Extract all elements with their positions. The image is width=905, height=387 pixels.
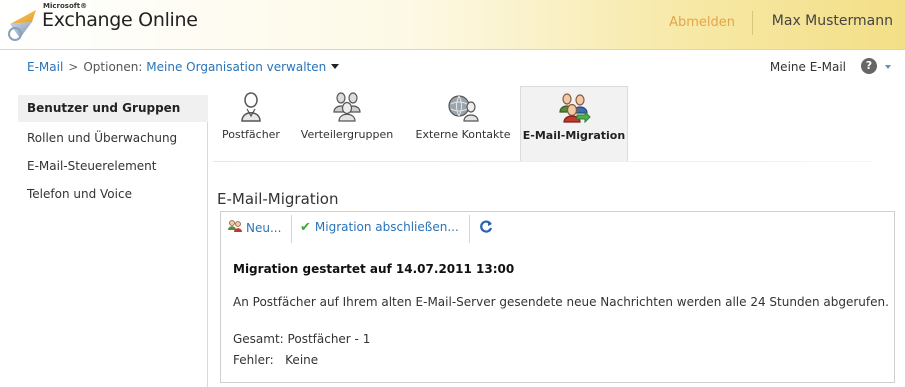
sidebar-item-mail-control[interactable]: E-Mail-Steuerelement bbox=[18, 153, 208, 180]
user-name[interactable]: Max Mustermann bbox=[772, 13, 893, 29]
tab-distribution-groups[interactable]: Verteilergruppen bbox=[297, 86, 397, 161]
sidebar-item-roles-auditing[interactable]: Rollen und Überwachung bbox=[18, 125, 208, 152]
complete-migration-label: Migration abschließen... bbox=[314, 220, 459, 234]
breadcrumb-separator: > bbox=[68, 60, 79, 74]
help-chevron-down-icon[interactable] bbox=[885, 65, 891, 69]
migration-total: Gesamt: Postfächer - 1 bbox=[233, 332, 371, 346]
tab-mailboxes-label: Postfächer bbox=[222, 128, 280, 141]
signout-link[interactable]: Abmelden bbox=[669, 15, 735, 30]
new-users-icon bbox=[228, 220, 242, 232]
product-name: Exchange Online bbox=[42, 9, 198, 31]
header-divider bbox=[752, 11, 753, 35]
migration-description: An Postfächer auf Ihrem alten E-Mail-Ser… bbox=[233, 295, 889, 309]
sidebar-nav: Benutzer und Gruppen Rollen und Überwach… bbox=[18, 95, 208, 387]
user-icon bbox=[241, 92, 261, 122]
toolbar-separator bbox=[469, 215, 470, 243]
section-title: E-Mail-Migration bbox=[217, 190, 339, 208]
top-header: Microsoft® Exchange Online Abmelden Max … bbox=[0, 0, 905, 50]
tab-email-migration-label: E-Mail-Migration bbox=[522, 129, 626, 142]
org-manage-dropdown[interactable]: Meine Organisation verwalten bbox=[146, 60, 326, 74]
breadcrumb: E-Mail > Optionen: Meine Organisation verw… bbox=[27, 60, 340, 74]
breadcrumb-mail-link[interactable]: E-Mail bbox=[27, 60, 63, 74]
my-mail-link[interactable]: Meine E-Mail bbox=[770, 60, 846, 74]
sidebar-item-phone-voice[interactable]: Telefon und Voice bbox=[18, 181, 208, 208]
exchange-logo-icon bbox=[8, 10, 36, 41]
migration-toolbar: Neu... ✔ Migration abschließen... bbox=[221, 212, 894, 245]
migration-icon bbox=[559, 93, 591, 123]
refresh-icon[interactable] bbox=[478, 219, 494, 235]
tab-distribution-groups-label: Verteilergruppen bbox=[300, 128, 394, 141]
tab-external-contacts-label: Externe Kontakte bbox=[415, 128, 511, 141]
new-migration-label: Neu... bbox=[246, 221, 282, 235]
chevron-down-icon[interactable] bbox=[331, 64, 340, 69]
new-migration-button[interactable]: Neu... bbox=[227, 220, 281, 235]
sidebar-item-users-groups[interactable]: Benutzer und Gruppen bbox=[18, 95, 208, 122]
external-contact-icon bbox=[448, 95, 479, 122]
tab-email-migration[interactable]: E-Mail-Migration bbox=[520, 86, 628, 161]
checkmark-icon: ✔ bbox=[300, 220, 311, 235]
toolbar-separator bbox=[291, 215, 292, 243]
category-divider bbox=[213, 161, 873, 162]
group-icon bbox=[333, 92, 361, 122]
complete-migration-button[interactable]: ✔ Migration abschließen... bbox=[300, 220, 459, 235]
breadcrumb-options-label: Optionen: bbox=[83, 60, 143, 74]
migration-panel: Neu... ✔ Migration abschließen... Migrati… bbox=[220, 211, 895, 383]
tab-mailboxes[interactable]: Postfächer bbox=[213, 86, 289, 161]
help-icon[interactable]: ? bbox=[861, 58, 877, 74]
migration-errors: Fehler: Keine bbox=[233, 353, 319, 367]
migration-status-title: Migration gestartet auf 14.07.2011 13:00 bbox=[233, 262, 515, 276]
tab-external-contacts[interactable]: Externe Kontakte bbox=[412, 86, 514, 161]
breadcrumb-bar: E-Mail > Optionen: Meine Organisation verw… bbox=[0, 51, 905, 85]
